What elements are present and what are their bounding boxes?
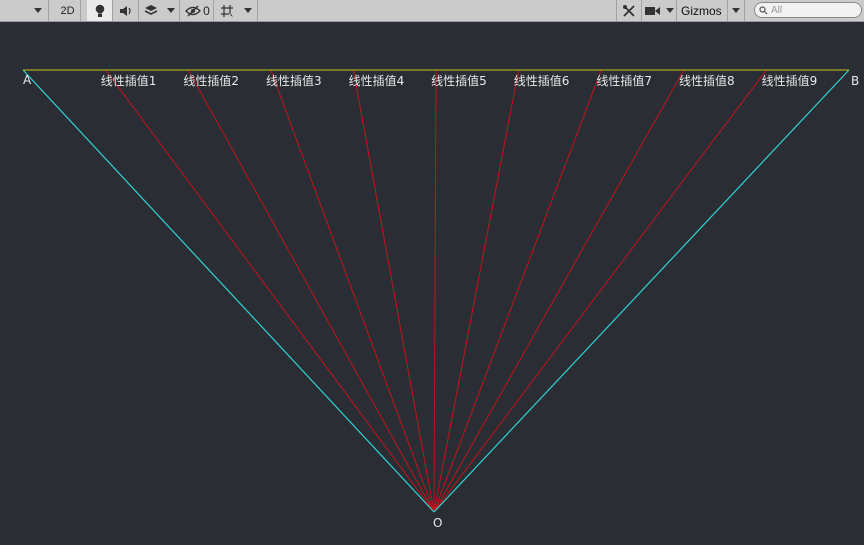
scene-canvas: A B O 线性插值1 线性插值2 线性插值3 线性插值4 线性插值5 线性插值6 线性插值… xyxy=(22,69,859,530)
dropdown-arrow-icon xyxy=(243,8,252,13)
interpolation-labels: 线性插值1 线性插值2 线性插值3 线性插值4 线性插值5 线性插值6 线性插值7 线性插值8… xyxy=(101,73,817,88)
grid-snap-toggle[interactable] xyxy=(216,0,238,21)
audio-icon xyxy=(119,5,131,16)
draw-mode-dropdown[interactable] xyxy=(0,0,49,21)
interp-label-2: 线性插值2 xyxy=(183,73,239,88)
gizmos-label: Gizmos xyxy=(681,3,722,18)
lighting-toggle[interactable] xyxy=(87,0,113,21)
effects-dropdown[interactable] xyxy=(163,0,180,21)
interp-line-4 xyxy=(352,69,435,513)
scene-visibility-toggle[interactable]: 0 xyxy=(182,0,214,21)
mode-2d-toggle[interactable]: 2D xyxy=(55,0,81,21)
lighting-icon xyxy=(95,4,104,17)
interp-line-3 xyxy=(270,69,435,513)
effects-toggle[interactable] xyxy=(139,0,163,21)
grid-snap-icon xyxy=(221,4,233,17)
edge-ob-line xyxy=(433,69,850,513)
camera-icon xyxy=(645,6,660,15)
search-icon xyxy=(759,5,768,14)
effects-layers-icon xyxy=(144,5,158,15)
point-a-label: A xyxy=(23,73,32,87)
scene-view-toolbar: 2D 0 Gizmos All xyxy=(0,0,864,22)
audio-toggle[interactable] xyxy=(113,0,139,21)
camera-dropdown[interactable] xyxy=(663,0,677,21)
interp-label-8: 线性插值8 xyxy=(679,73,735,88)
gizmos-button[interactable]: Gizmos xyxy=(678,0,728,21)
point-o-label: O xyxy=(433,516,442,530)
interp-line-8 xyxy=(433,69,685,513)
interp-line-5 xyxy=(433,69,437,513)
point-b-label: B xyxy=(851,74,859,88)
search-input[interactable] xyxy=(769,4,851,16)
interp-label-9: 线性插值9 xyxy=(762,73,818,88)
hidden-count: 0 xyxy=(203,3,210,18)
tools-icon xyxy=(623,4,635,17)
scene-viewport[interactable]: A B O 线性插值1 线性插值2 线性插值3 线性插值4 线性插值5 线性插值6 线性插值… xyxy=(0,22,864,545)
dropdown-arrow-icon xyxy=(665,8,674,13)
interp-label-3: 线性插值3 xyxy=(266,73,322,88)
interp-label-4: 线性插值4 xyxy=(349,73,405,88)
interp-label-6: 线性插值6 xyxy=(514,73,570,88)
visibility-hidden-icon xyxy=(185,5,202,16)
dropdown-arrow-icon xyxy=(167,8,175,13)
grid-dropdown[interactable] xyxy=(238,0,258,21)
mode-2d-label: 2D xyxy=(60,4,75,17)
interp-label-5: 线性插值5 xyxy=(431,73,487,88)
tools-button[interactable] xyxy=(616,0,642,21)
search-field[interactable] xyxy=(754,2,862,18)
dropdown-arrow-icon xyxy=(732,8,740,13)
interp-line-9 xyxy=(433,69,767,513)
gizmos-dropdown[interactable] xyxy=(728,0,745,21)
interpolation-lines xyxy=(105,69,767,513)
interp-line-2 xyxy=(187,69,435,513)
edge-oa-line xyxy=(22,69,435,513)
interp-label-1: 线性插值1 xyxy=(101,73,157,88)
interp-line-7 xyxy=(433,69,602,513)
camera-button[interactable] xyxy=(643,0,663,21)
dropdown-arrow-icon xyxy=(34,8,42,13)
interp-label-7: 线性插值7 xyxy=(596,73,652,88)
interp-line-6 xyxy=(433,69,520,513)
interp-line-1 xyxy=(105,69,435,513)
